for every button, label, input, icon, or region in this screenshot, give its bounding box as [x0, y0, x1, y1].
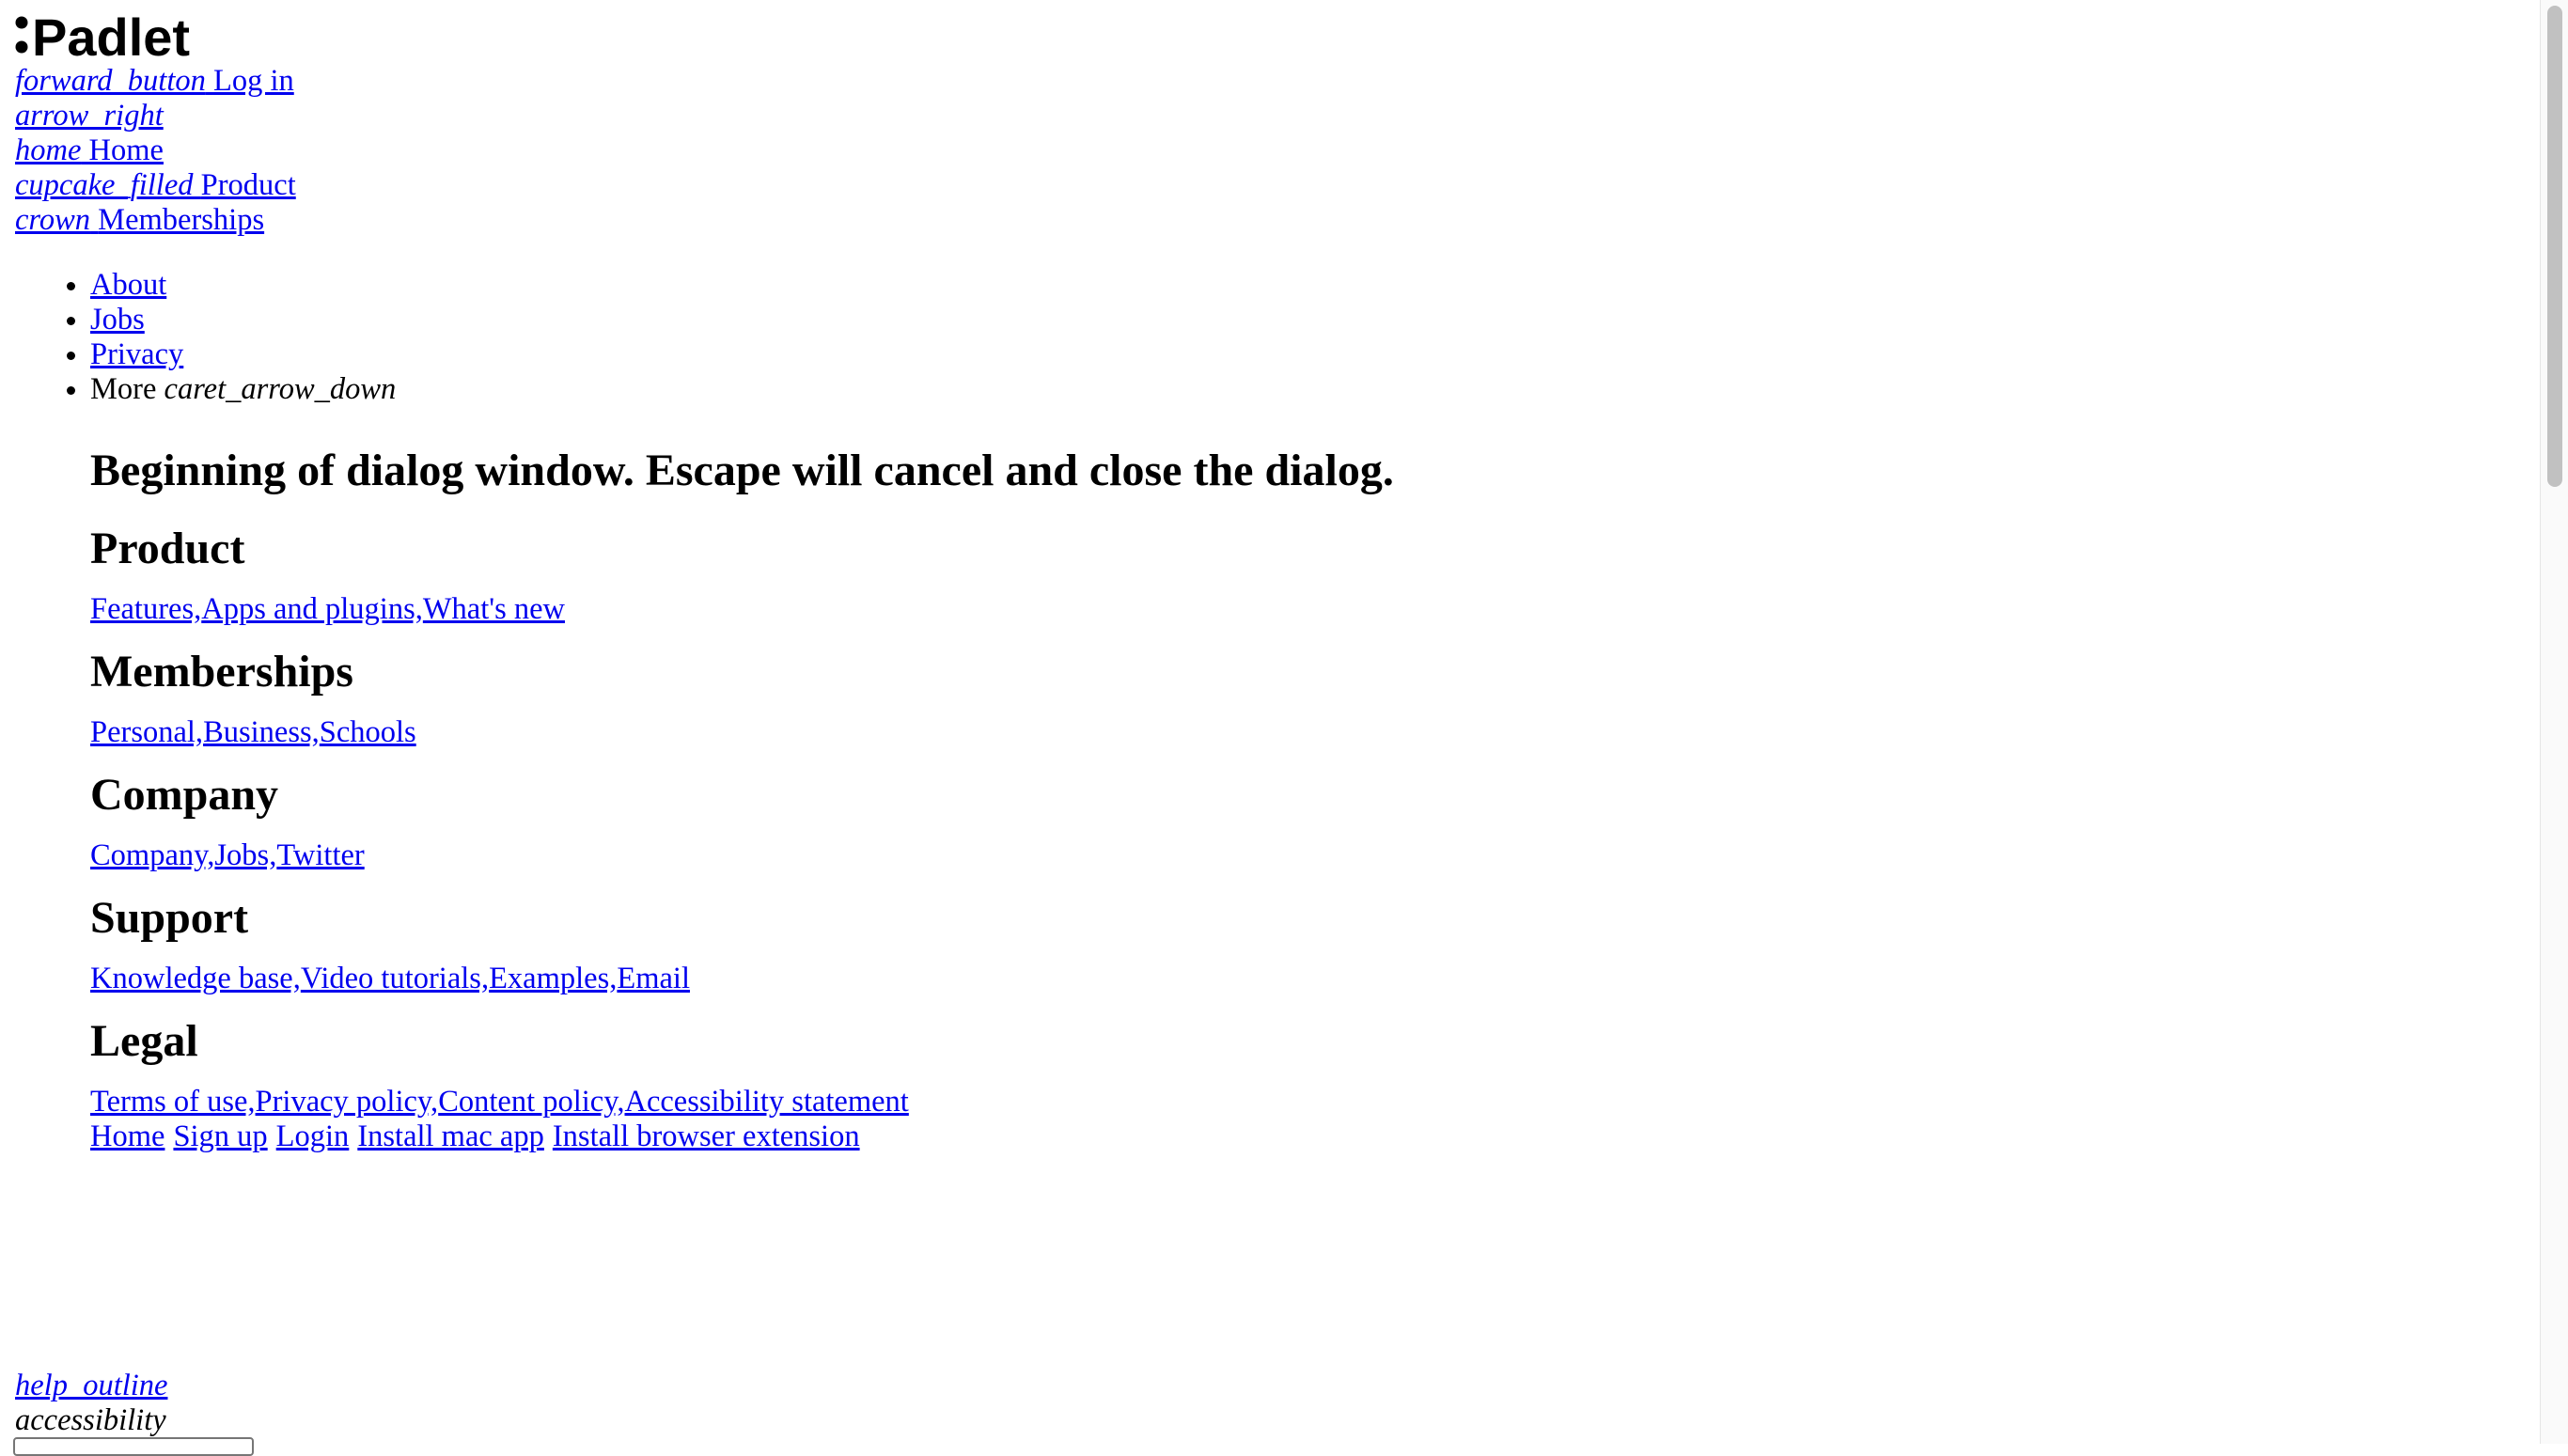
email-link[interactable]: Email: [617, 962, 690, 995]
product-links: Features,Apps and plugins,What's new: [90, 592, 1394, 627]
list-item-privacy: Privacy: [90, 337, 396, 372]
cupcake-filled-icon: cupcake_filled: [15, 168, 194, 202]
company-link[interactable]: Company,: [90, 838, 214, 872]
login-label: Log in: [212, 64, 294, 98]
accessibility-statement-link[interactable]: Accessibility statement: [624, 1085, 908, 1119]
memberships-link[interactable]: crown Memberships: [15, 203, 264, 237]
scrollbar-thumb[interactable]: [2547, 6, 2562, 487]
caret-arrow-down-icon[interactable]: caret_arrow_down: [164, 372, 397, 406]
section-heading-legal: Legal: [90, 1016, 198, 1066]
examples-link[interactable]: Examples,: [489, 962, 617, 995]
twitter-link[interactable]: Twitter: [276, 838, 364, 872]
help-outline-icon: help_outline: [15, 1369, 168, 1402]
arrow-right-icon: arrow_right: [15, 99, 164, 133]
terms-of-use-link[interactable]: Terms of use,: [90, 1085, 256, 1119]
dialog-title: Beginning of dialog window. Escape will …: [90, 446, 1394, 495]
secondary-links: About Jobs Privacy More caret_arrow_down: [0, 268, 396, 407]
section-heading-product: Product: [90, 524, 245, 573]
arrow-right-link[interactable]: arrow_right: [15, 99, 164, 133]
bottom-home-link[interactable]: Home: [90, 1119, 164, 1154]
jobs-link[interactable]: Jobs: [90, 303, 145, 337]
install-browser-extension-link[interactable]: Install browser extension: [553, 1119, 860, 1154]
whats-new-link[interactable]: What's new: [423, 592, 565, 626]
crown-icon: crown: [15, 203, 91, 237]
login-link[interactable]: forward_button Log in: [15, 64, 294, 98]
schools-link[interactable]: Schools: [320, 715, 416, 749]
memberships-label: Memberships: [98, 203, 265, 237]
vertical-scrollbar[interactable]: [2540, 0, 2568, 1444]
product-link[interactable]: cupcake_filled Product: [15, 168, 296, 202]
menu-dialog: Beginning of dialog window. Escape will …: [90, 440, 1394, 1154]
list-item-jobs: Jobs: [90, 303, 396, 337]
home-icon: home: [15, 133, 82, 167]
page: Padlet forward_button Log in arrow_right…: [0, 0, 2540, 1456]
business-link[interactable]: Business,: [203, 715, 320, 749]
content-policy-link[interactable]: Content policy,: [438, 1085, 624, 1119]
features-link[interactable]: Features,: [90, 592, 201, 626]
padlet-logo: Padlet: [15, 8, 190, 67]
section-heading-company: Company: [90, 770, 279, 820]
install-mac-app-link[interactable]: Install mac app: [357, 1119, 544, 1154]
legal-links: Terms of use,Privacy policy,Content poli…: [90, 1085, 1394, 1119]
padlet-logo-text: Padlet: [32, 11, 190, 60]
video-tutorials-link[interactable]: Video tutorials,: [301, 962, 489, 995]
memberships-links: Personal,Business,Schools: [90, 715, 1394, 750]
dialog-bottom-links: Home Sign up Login Install mac app Insta…: [90, 1119, 1394, 1154]
accessibility-icon[interactable]: accessibility: [15, 1403, 166, 1437]
apps-plugins-link[interactable]: Apps and plugins,: [201, 592, 423, 626]
forward-button-icon: forward_button: [15, 64, 206, 98]
section-heading-support: Support: [90, 893, 249, 943]
top-nav: forward_button Log in arrow_right home H…: [15, 64, 296, 238]
more-label[interactable]: More: [90, 372, 156, 406]
list-item-more[interactable]: More caret_arrow_down: [90, 372, 396, 407]
privacy-policy-link[interactable]: Privacy policy,: [256, 1085, 439, 1119]
home-label: Home: [88, 133, 164, 167]
company-links: Company,Jobs,Twitter: [90, 838, 1394, 873]
privacy-link[interactable]: Privacy: [90, 337, 183, 371]
home-link[interactable]: home Home: [15, 133, 164, 167]
padlet-logo-link[interactable]: Padlet: [13, 8, 192, 67]
help-link[interactable]: help_outline: [15, 1369, 167, 1402]
language-select[interactable]: [13, 1437, 254, 1456]
list-item-about: About: [90, 268, 396, 303]
knowledge-base-link[interactable]: Knowledge base,: [90, 962, 301, 995]
product-label: Product: [200, 168, 296, 202]
footer: help_outline accessibility: [15, 1369, 167, 1438]
support-links: Knowledge base,Video tutorials,Examples,…: [90, 962, 1394, 996]
bottom-login-link[interactable]: Login: [276, 1119, 350, 1154]
about-link[interactable]: About: [90, 268, 166, 302]
sign-up-link[interactable]: Sign up: [173, 1119, 267, 1154]
section-heading-memberships: Memberships: [90, 647, 353, 697]
company-jobs-link[interactable]: Jobs,: [214, 838, 276, 872]
personal-link[interactable]: Personal,: [90, 715, 203, 749]
